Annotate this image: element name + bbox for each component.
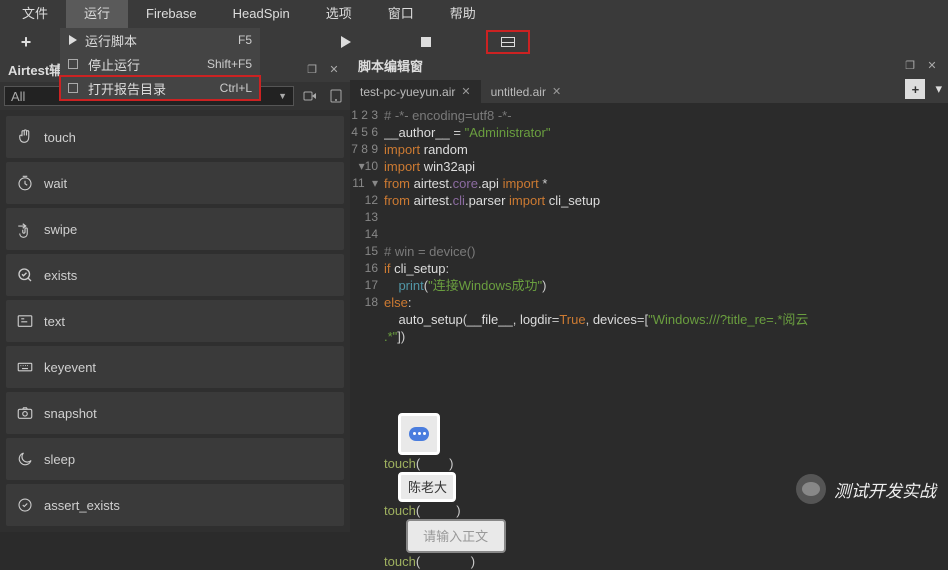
menu-headspin[interactable]: HeadSpin [215, 0, 308, 28]
command-exists[interactable]: exists [6, 254, 344, 296]
command-label: text [44, 314, 65, 329]
swipe-icon [16, 220, 34, 238]
menu-window[interactable]: 窗口 [370, 0, 432, 28]
filter-label: All [11, 89, 25, 104]
chevron-down-icon[interactable]: ▾ [935, 81, 942, 97]
dropdown-label: 停止运行 [88, 55, 207, 74]
clock-icon [16, 174, 34, 192]
log-button[interactable] [486, 30, 530, 54]
dropdown-shortcut: F5 [238, 33, 252, 47]
menu-firebase[interactable]: Firebase [128, 0, 215, 28]
panel-title: 脚本编辑窗 [358, 56, 896, 75]
float-icon[interactable]: ❐ [902, 58, 918, 74]
device-icon[interactable] [326, 86, 346, 106]
plus-icon: + [21, 32, 32, 53]
command-swipe[interactable]: swipe [6, 208, 344, 250]
tab-file-1[interactable]: test-pc-yueyun.air ✕ [350, 80, 481, 103]
stop-icon [421, 37, 431, 47]
keyboard-icon [16, 358, 34, 376]
dropdown-run-script[interactable]: 运行脚本 F5 [60, 28, 260, 52]
hand-icon [16, 128, 34, 146]
command-label: sleep [44, 452, 75, 467]
dropdown-open-report[interactable]: 打开报告目录 Ctrl+L [60, 76, 260, 100]
dropdown-stop-run[interactable]: 停止运行 Shift+F5 [60, 52, 260, 76]
tab-label: test-pc-yueyun.air [360, 85, 455, 99]
line-gutter: 1 2 3 4 5 6 7 8 9 ▾10 11 ▾12 13 14 15 16… [350, 103, 384, 570]
command-wait[interactable]: wait [6, 162, 344, 204]
close-icon[interactable]: ✕ [461, 85, 470, 98]
dropdown-label: 打开报告目录 [88, 79, 220, 98]
command-label: exists [44, 268, 77, 283]
close-icon[interactable]: ✕ [326, 61, 342, 77]
add-tab-button[interactable]: + [905, 79, 925, 99]
camera-icon [16, 404, 34, 422]
close-icon[interactable]: ✕ [552, 85, 561, 98]
command-label: assert_exists [44, 498, 120, 513]
tab-file-2[interactable]: untitled.air ✕ [481, 80, 572, 103]
menu-help[interactable]: 帮助 [432, 0, 494, 28]
command-label: keyevent [44, 360, 96, 375]
menu-file[interactable]: 文件 [4, 0, 66, 28]
float-icon[interactable]: ❐ [304, 61, 320, 77]
command-label: wait [44, 176, 67, 191]
command-label: snapshot [44, 406, 97, 421]
left-panel: Airtest辅 ❐ ✕ All ▼ touchwaitswipeexistst… [0, 56, 350, 532]
right-panel-header: 脚本编辑窗 ❐ ✕ [350, 56, 948, 75]
stop-button[interactable] [406, 31, 446, 53]
right-panel: 脚本编辑窗 ❐ ✕ test-pc-yueyun.air ✕ untitled.… [350, 56, 948, 532]
chevron-down-icon: ▼ [278, 91, 287, 101]
tab-label: untitled.air [491, 85, 546, 99]
text-icon [16, 312, 34, 330]
watermark-text: 测试开发实战 [834, 477, 936, 502]
dropdown-shortcut: Ctrl+L [220, 81, 252, 95]
command-touch[interactable]: touch [6, 116, 344, 158]
run-dropdown: 运行脚本 F5 停止运行 Shift+F5 打开报告目录 Ctrl+L [60, 28, 260, 100]
watermark: 测试开发实战 [796, 474, 936, 504]
close-icon[interactable]: ✕ [924, 58, 940, 74]
log-icon [501, 37, 515, 47]
command-sleep[interactable]: sleep [6, 438, 344, 480]
command-text[interactable]: text [6, 300, 344, 342]
menu-options[interactable]: 选项 [308, 0, 370, 28]
play-icon [341, 36, 351, 48]
command-list[interactable]: touch wait swipe exists text keyevent snapshot… [0, 110, 350, 532]
command-label: swipe [44, 222, 77, 237]
add-button[interactable]: + [6, 31, 46, 53]
dropdown-label: 运行脚本 [85, 31, 238, 50]
check-icon [16, 266, 34, 284]
menu-run[interactable]: 运行 [66, 0, 128, 28]
dropdown-shortcut: Shift+F5 [207, 57, 252, 71]
editor-tabs: test-pc-yueyun.air ✕ untitled.air ✕ + ▾ [350, 75, 948, 103]
record-icon[interactable] [300, 86, 320, 106]
command-assert_exists[interactable]: assert_exists [6, 484, 344, 526]
moon-icon [16, 450, 34, 468]
play-button[interactable] [326, 31, 366, 53]
command-snapshot[interactable]: snapshot [6, 392, 344, 434]
assert-icon [16, 496, 34, 514]
stop-icon [68, 59, 78, 69]
menubar: 文件 运行 Firebase HeadSpin 选项 窗口 帮助 [0, 0, 948, 28]
play-icon [69, 35, 77, 45]
square-icon [68, 83, 78, 93]
wechat-icon [796, 474, 826, 504]
command-keyevent[interactable]: keyevent [6, 346, 344, 388]
command-label: touch [44, 130, 76, 145]
